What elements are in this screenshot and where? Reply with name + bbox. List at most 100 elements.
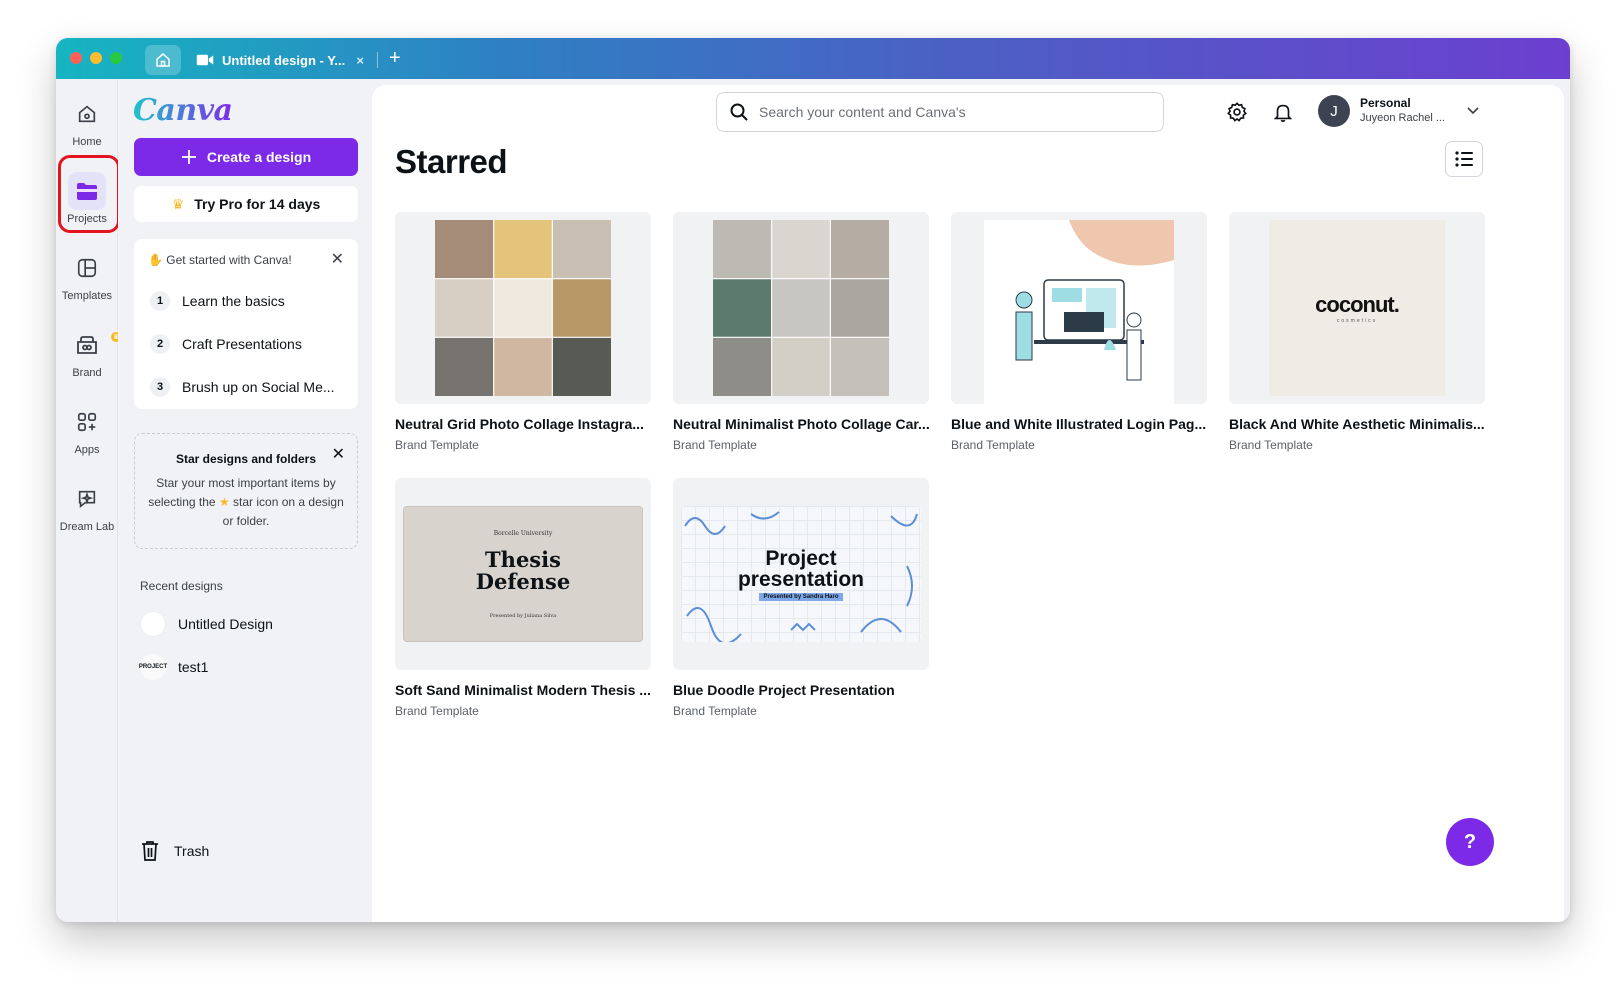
design-type: Brand Template	[673, 438, 757, 452]
notifications-button[interactable]	[1270, 99, 1296, 125]
app-window: Untitled design - Y... × + Home Projects…	[56, 38, 1570, 922]
home-tab[interactable]	[145, 45, 181, 75]
design-card[interactable]: Blue and White Illustrated Login Pag... …	[951, 212, 1207, 452]
design-type: Brand Template	[395, 704, 479, 718]
rail-label: Brand	[72, 367, 102, 379]
design-card[interactable]: Project presentation Presented by Sandra…	[673, 478, 929, 718]
page-title: Starred	[395, 143, 508, 180]
step-label: Craft Presentations	[182, 336, 302, 352]
star-card-title: Star designs and folders	[175, 452, 317, 466]
brand-icon: ♛	[68, 326, 123, 364]
templates-icon	[68, 249, 106, 287]
get-started-card: ✋ Get started with Canva! ✕ 1 Learn the …	[134, 239, 358, 409]
thumbnail-presenter: Presented by Juliana Silva	[489, 612, 557, 619]
design-thumbnail: Borcelle University Thesis Defense Prese…	[395, 478, 651, 670]
design-card[interactable]: Neutral Grid Photo Collage Instagra... B…	[395, 212, 651, 452]
gear-icon	[1227, 102, 1247, 122]
design-type: Brand Template	[673, 704, 757, 718]
maximize-window-button[interactable]	[110, 52, 122, 64]
thumbnail-title-line1: Thesis	[485, 546, 561, 572]
canva-logo[interactable]: Canva	[133, 93, 233, 128]
apps-icon	[68, 403, 106, 441]
search-input[interactable]	[759, 104, 1149, 120]
recent-design-thumbnail	[140, 611, 166, 637]
crown-icon: ♛	[171, 195, 185, 212]
step-number: 3	[150, 377, 170, 397]
account-info: Personal Juyeon Rachel ...	[1360, 96, 1445, 126]
design-type: Brand Template	[951, 438, 1035, 452]
video-icon	[196, 54, 214, 66]
wave-icon: ✋	[148, 253, 163, 267]
rail-label: Home	[72, 136, 102, 148]
design-thumbnail	[673, 212, 929, 404]
design-card[interactable]: coconut. cosmetics Black And White Aesth…	[1229, 212, 1485, 452]
title-bar: Untitled design - Y... × +	[56, 38, 1570, 79]
chevron-down-icon	[1467, 107, 1479, 115]
recent-design-thumbnail: PROJECT	[139, 654, 167, 680]
design-type: Brand Template	[395, 438, 479, 452]
home-icon	[68, 95, 106, 133]
create-design-label: Create a design	[206, 149, 312, 165]
try-pro-button[interactable]: ♛ Try Pro for 14 days	[134, 186, 358, 222]
home-icon	[156, 53, 170, 67]
trash-link[interactable]: Trash	[140, 839, 209, 863]
thumbnail-title-line1: Project	[765, 546, 837, 570]
rail-item-apps[interactable]: Apps	[56, 403, 118, 473]
rail-item-templates[interactable]: Templates	[56, 249, 118, 319]
list-view-toggle[interactable]	[1445, 141, 1483, 177]
get-started-step[interactable]: 3 Brush up on Social Me...	[150, 375, 335, 399]
search-icon	[730, 103, 748, 121]
thumbnail-logo-text: coconut.	[1315, 292, 1400, 317]
create-design-button[interactable]: Create a design	[134, 138, 358, 176]
main-content: J Personal Juyeon Rachel ... Starred Neu…	[372, 85, 1564, 922]
get-started-step[interactable]: 2 Craft Presentations	[150, 332, 302, 356]
thumbnail-title-line2: presentation	[737, 567, 865, 591]
rail-item-dream-lab[interactable]: Dream Lab	[56, 480, 118, 550]
settings-button[interactable]	[1224, 99, 1250, 125]
recent-design-item[interactable]: PROJECT test1	[139, 654, 209, 680]
rail-item-brand[interactable]: ♛ Brand	[56, 326, 123, 396]
design-title: Blue Doodle Project Presentation	[673, 682, 895, 698]
design-title: Soft Sand Minimalist Modern Thesis ...	[395, 682, 651, 698]
thumbnail-tag-text: cosmetics	[1336, 318, 1378, 324]
close-icon[interactable]: ✕	[332, 444, 345, 464]
step-label: Learn the basics	[182, 293, 285, 309]
minimize-window-button[interactable]	[90, 52, 102, 64]
design-card[interactable]: Borcelle University Thesis Defense Prese…	[395, 478, 651, 718]
get-started-step[interactable]: 1 Learn the basics	[150, 289, 285, 313]
rail-label: Apps	[74, 444, 100, 456]
step-label: Brush up on Social Me...	[182, 379, 335, 395]
rail-label: Templates	[61, 290, 113, 302]
design-title: Blue and White Illustrated Login Pag...	[951, 416, 1207, 432]
design-thumbnail	[395, 212, 651, 404]
get-started-title: ✋ Get started with Canva!	[148, 253, 292, 267]
account-menu[interactable]: J Personal Juyeon Rachel ...	[1318, 95, 1479, 127]
try-pro-label: Try Pro for 14 days	[194, 196, 321, 212]
new-tab-button[interactable]: +	[389, 47, 401, 69]
star-designs-card: ✕ Star designs and folders Star your mos…	[134, 433, 358, 549]
dream-lab-icon	[68, 480, 106, 518]
step-number: 2	[150, 334, 170, 354]
side-panel: Canva Create a design ♛ Try Pro for 14 d…	[118, 79, 372, 922]
help-button[interactable]: ?	[1446, 818, 1494, 866]
list-icon	[1455, 151, 1473, 167]
account-user: Juyeon Rachel ...	[1360, 112, 1445, 124]
rail-label: Dream Lab	[59, 521, 115, 533]
tab-close-icon[interactable]: ×	[356, 53, 364, 68]
tab-separator	[377, 52, 378, 68]
close-window-button[interactable]	[70, 52, 82, 64]
thumbnail-title-line2: Defense	[475, 568, 571, 594]
search-bar[interactable]	[716, 92, 1164, 132]
close-icon[interactable]: ✕	[331, 249, 344, 269]
thumbnail-university: Borcelle University	[493, 529, 553, 537]
document-tab-title: Untitled design - Y...	[222, 52, 346, 68]
design-thumbnail: Project presentation Presented by Sandra…	[673, 478, 929, 670]
design-card[interactable]: Neutral Minimalist Photo Collage Car... …	[673, 212, 929, 452]
trash-label: Trash	[174, 843, 210, 859]
bell-icon	[1273, 104, 1293, 122]
recent-design-label: test1	[178, 659, 209, 675]
document-tab[interactable]: Untitled design - Y... ×	[190, 45, 370, 75]
recent-design-item[interactable]: Untitled Design	[140, 611, 273, 637]
trash-icon	[142, 841, 158, 861]
design-type: Brand Template	[1229, 438, 1313, 452]
